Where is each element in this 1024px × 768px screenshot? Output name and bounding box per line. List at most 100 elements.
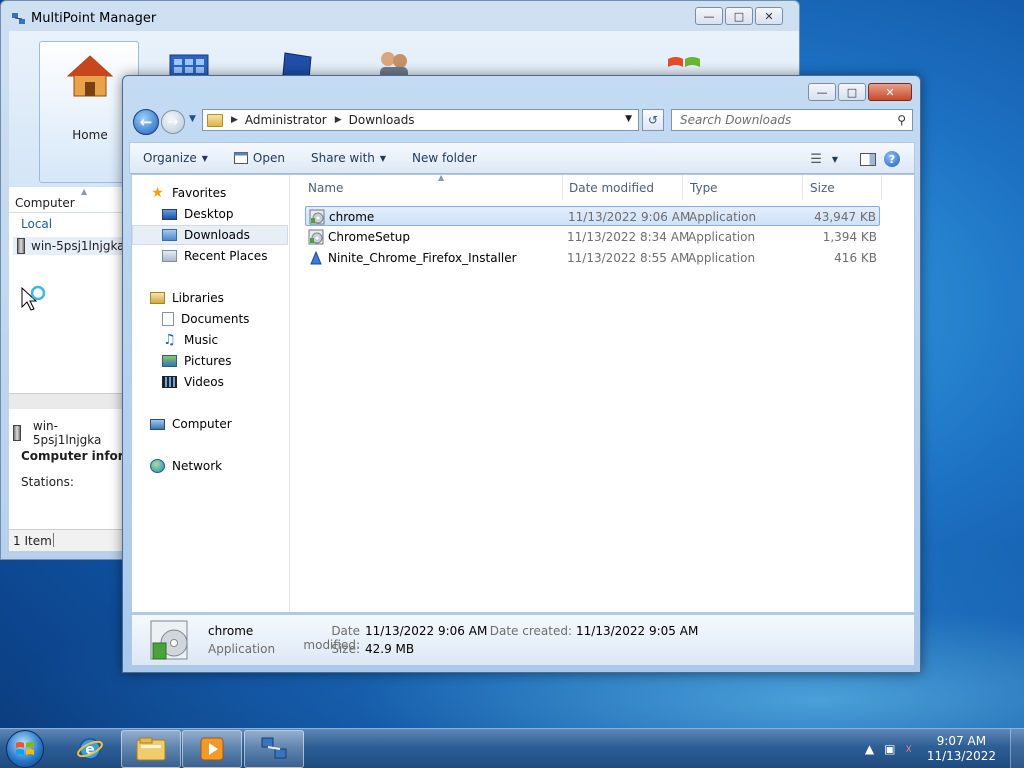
help-icon[interactable]: ? — [884, 151, 900, 167]
forward-button[interactable]: → — [161, 110, 185, 134]
search-input[interactable]: Search Downloads ⚲ — [671, 109, 913, 131]
share-with-label: Share with — [310, 151, 375, 165]
downloads-folder-icon — [162, 229, 177, 241]
documents-icon — [162, 312, 174, 326]
nav-label: Videos — [184, 375, 224, 389]
start-button[interactable] — [6, 730, 44, 768]
taskbar-internet-explorer[interactable]: e — [60, 730, 120, 768]
media-player-icon — [200, 737, 224, 761]
address-bar[interactable]: ▶ Administrator ▶ Downloads ▼ — [202, 109, 639, 131]
computer-list-pane: Computer ▲ Local win-5psj1lnjgka win-5ps… — [9, 187, 171, 551]
taskbar-media-player[interactable] — [182, 730, 242, 768]
chevron-down-icon: ▼ — [201, 153, 208, 163]
column-label: Date modified — [569, 181, 655, 195]
maximize-button[interactable]: □ — [725, 7, 753, 25]
nav-label: Recent Places — [184, 249, 268, 263]
recent-places-icon — [162, 250, 177, 262]
computer-name: win-5psj1lnjgka — [31, 239, 125, 253]
chevron-right-icon[interactable]: ▶ — [335, 115, 342, 125]
application-icon — [233, 152, 248, 164]
explorer-window[interactable]: — □ ✕ ← → ▼ ▶ Administrator ▶ Downloads … — [122, 75, 921, 673]
file-date: 11/13/2022 8:55 AM — [567, 251, 690, 265]
address-history-dropdown[interactable]: ▼ — [625, 114, 632, 124]
nav-label: Downloads — [184, 228, 250, 242]
file-row[interactable]: Ninite_Chrome_Firefox_Installer 11/13/20… — [305, 248, 880, 268]
column-size[interactable]: Size — [803, 175, 882, 200]
window-controls: — □ ✕ — [695, 7, 783, 25]
share-with-button[interactable]: Share with ▼ — [298, 144, 399, 172]
chevron-right-icon[interactable]: ▶ — [231, 115, 238, 125]
refresh-button[interactable]: ↺ — [642, 109, 664, 131]
installer-icon — [309, 209, 325, 225]
file-name: chrome — [329, 210, 375, 224]
breadcrumb-downloads[interactable]: Downloads — [349, 113, 415, 127]
maximize-button[interactable]: □ — [838, 83, 866, 101]
taskbar-windows-explorer[interactable] — [121, 730, 181, 768]
file-size: 1,394 KB — [822, 230, 877, 244]
minimize-button[interactable]: — — [695, 7, 723, 25]
item-count: 1 Item — [13, 534, 52, 548]
taskbar-multipoint-manager[interactable] — [244, 730, 304, 768]
explorer-content: ★ Favorites Desktop Downloads Recent Pla… — [131, 173, 915, 613]
nav-documents[interactable]: Documents — [162, 309, 249, 329]
horizontal-scrollbar[interactable] — [9, 393, 125, 409]
size-value: 42.9 MB — [365, 642, 415, 656]
view-options-dropdown[interactable]: ▼ — [832, 155, 838, 164]
nav-label: Computer — [172, 417, 232, 431]
clock[interactable]: 9:07 AM 11/13/2022 — [927, 734, 996, 764]
nav-computer[interactable]: Computer — [150, 414, 232, 434]
search-icon[interactable]: ⚲ — [897, 113, 906, 127]
recent-pages-dropdown[interactable]: ▼ — [189, 114, 196, 124]
network-status-icon[interactable]: ▣ — [884, 742, 895, 756]
preview-pane-icon[interactable] — [860, 152, 876, 166]
open-button[interactable]: Open — [221, 144, 298, 172]
nav-favorites[interactable]: ★ Favorites — [150, 183, 226, 203]
organize-button[interactable]: Organize ▼ — [130, 144, 221, 172]
file-type: Application — [688, 251, 756, 265]
new-folder-button[interactable]: New folder — [399, 144, 490, 172]
status-bar: 1 Item — [9, 529, 125, 551]
server-icon — [13, 425, 21, 441]
local-group-label: Local — [21, 217, 53, 231]
nav-label: Pictures — [184, 354, 232, 368]
computer-column-header[interactable]: Computer ▲ — [9, 187, 125, 213]
breadcrumb-administrator[interactable]: Administrator — [245, 113, 327, 127]
size-label: Size: — [331, 642, 360, 656]
date-modified-value: 11/13/2022 9:06 AM — [365, 624, 488, 638]
refresh-icon: ↺ — [647, 113, 659, 127]
server-icon — [17, 238, 25, 254]
change-view-icon[interactable]: ☰ — [810, 152, 822, 167]
nav-downloads[interactable]: Downloads — [132, 225, 288, 245]
nav-pictures[interactable]: Pictures — [162, 351, 232, 371]
column-name[interactable]: Name ▲ — [301, 173, 563, 200]
computer-icon — [150, 418, 165, 430]
libraries-icon — [150, 292, 165, 304]
back-button[interactable]: ← — [133, 109, 159, 135]
show-desktop-button[interactable] — [1010, 729, 1024, 768]
file-row[interactable]: chrome 11/13/2022 9:06 AM Application 43… — [305, 206, 880, 226]
close-button[interactable]: ✕ — [868, 83, 912, 101]
close-button[interactable]: ✕ — [755, 7, 783, 25]
volume-muted-icon[interactable]: ☓ — [905, 742, 911, 756]
nav-label: Desktop — [184, 207, 234, 221]
organize-label: Organize — [143, 151, 197, 165]
file-type: Application — [688, 230, 756, 244]
nav-label: Libraries — [172, 291, 224, 305]
computer-list-item[interactable]: win-5psj1lnjgka — [13, 237, 125, 255]
show-hidden-icons-icon[interactable]: ▲ — [865, 742, 874, 756]
window-title: MultiPoint Manager — [31, 11, 157, 26]
nav-network[interactable]: Network — [150, 456, 222, 476]
column-date-modified[interactable]: Date modified — [562, 175, 683, 200]
file-row[interactable]: ChromeSetup 11/13/2022 8:34 AM Applicati… — [305, 227, 880, 247]
minimize-button[interactable]: — — [808, 83, 836, 101]
nav-libraries[interactable]: Libraries — [150, 288, 224, 308]
nav-recent-places[interactable]: Recent Places — [162, 246, 267, 266]
column-type[interactable]: Type — [683, 175, 803, 200]
detail-computer-row: win-5psj1lnjgka — [13, 419, 125, 447]
nav-desktop[interactable]: Desktop — [162, 204, 234, 224]
navigation-pane: ★ Favorites Desktop Downloads Recent Pla… — [132, 175, 290, 612]
nav-label: Documents — [181, 312, 250, 326]
nav-videos[interactable]: Videos — [162, 372, 224, 392]
windows-logo-icon — [16, 742, 34, 755]
nav-music[interactable]: ♫ Music — [162, 330, 218, 350]
